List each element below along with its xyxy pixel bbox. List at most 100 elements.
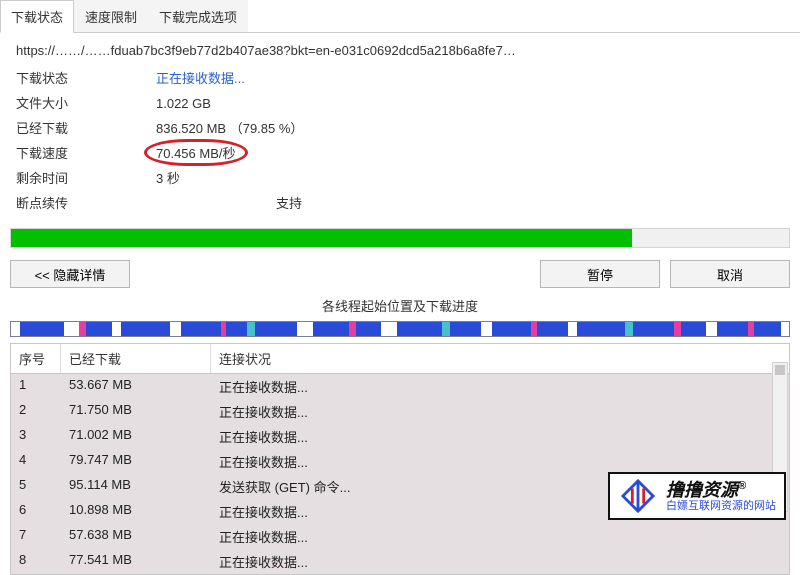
button-row: << 隐藏详情 暂停 取消	[0, 254, 800, 292]
thread-segment	[86, 322, 112, 336]
watermark-subtitle: 白嫖互联网资源的网站	[666, 500, 776, 512]
tab-label: 下载完成选项	[159, 10, 237, 25]
progress-fill	[11, 229, 632, 247]
download-url: https://……/……fduab7bc3f9eb77d2b407ae38?b…	[16, 43, 784, 58]
thread-progress-bar	[10, 321, 790, 337]
cell-downloaded: 77.541 MB	[61, 549, 211, 574]
col-downloaded[interactable]: 已经下载	[61, 344, 211, 373]
thread-segment	[64, 322, 80, 336]
tab-bar: 下载状态 速度限制 下载完成选项	[0, 0, 800, 33]
thread-section-title: 各线程起始位置及下载进度	[0, 296, 800, 315]
thread-segment	[356, 322, 381, 336]
tab-label: 下载状态	[11, 10, 63, 25]
progress-bar	[10, 228, 790, 248]
tab-speed-limit[interactable]: 速度限制	[74, 0, 148, 32]
thread-segment	[568, 322, 577, 336]
cell-conn: 正在接收数据...	[211, 424, 789, 449]
thread-segment	[349, 322, 357, 336]
thread-segment	[397, 322, 442, 336]
cell-downloaded: 71.002 MB	[61, 424, 211, 449]
col-idx[interactable]: 序号	[11, 344, 61, 373]
label-size: 文件大小	[16, 93, 156, 112]
thread-segment	[297, 322, 313, 336]
cell-idx: 4	[11, 449, 61, 474]
value-downloaded: 836.520 MB （79.85 %）	[156, 118, 784, 137]
thread-bar-wrap	[0, 319, 800, 343]
thread-segment	[442, 322, 450, 336]
hide-details-button[interactable]: << 隐藏详情	[10, 260, 130, 288]
thread-segment	[226, 322, 248, 336]
thread-segment	[633, 322, 673, 336]
thread-segment	[255, 322, 297, 336]
table-row[interactable]: 479.747 MB正在接收数据...	[11, 449, 789, 474]
speed-text: 70.456 MB/秒	[156, 146, 236, 161]
thread-segment	[754, 322, 780, 336]
info-grid: 下载状态 正在接收数据... 文件大小 1.022 GB 已经下载 836.52…	[16, 68, 784, 212]
thread-segment	[706, 322, 717, 336]
thread-segment	[681, 322, 706, 336]
cell-conn: 正在接收数据...	[211, 524, 789, 549]
cell-idx: 8	[11, 549, 61, 574]
watermark: 撸撸资源® 白嫖互联网资源的网站	[608, 472, 786, 520]
label-resume: 断点续传	[16, 193, 156, 212]
cell-conn: 正在接收数据...	[211, 449, 789, 474]
label-remaining: 剩余时间	[16, 168, 156, 187]
pause-button[interactable]: 暂停	[540, 260, 660, 288]
thread-segment	[11, 322, 20, 336]
watermark-title: 撸撸资源	[666, 480, 738, 500]
button-label: << 隐藏详情	[35, 268, 106, 283]
cell-downloaded: 10.898 MB	[61, 499, 211, 524]
table-row[interactable]: 271.750 MB正在接收数据...	[11, 399, 789, 424]
cell-idx: 2	[11, 399, 61, 424]
cell-idx: 6	[11, 499, 61, 524]
tab-download-status[interactable]: 下载状态	[0, 0, 74, 33]
thread-segment	[170, 322, 181, 336]
thread-segment	[577, 322, 625, 336]
table-header: 序号 已经下载 连接状况	[10, 343, 790, 374]
cell-downloaded: 79.747 MB	[61, 449, 211, 474]
tab-label: 速度限制	[85, 10, 137, 25]
cell-downloaded: 71.750 MB	[61, 399, 211, 424]
button-label: 暂停	[587, 268, 613, 283]
watermark-text: 撸撸资源® 白嫖互联网资源的网站	[666, 480, 776, 513]
label-speed: 下载速度	[16, 143, 156, 162]
scroll-thumb[interactable]	[775, 365, 785, 375]
thread-table: 序号 已经下载 连接状况 153.667 MB正在接收数据...271.750 …	[0, 343, 800, 575]
cell-idx: 3	[11, 424, 61, 449]
value-resume: 支持	[156, 193, 784, 212]
tab-post-download[interactable]: 下载完成选项	[148, 0, 248, 32]
table-row[interactable]: 153.667 MB正在接收数据...	[11, 374, 789, 399]
value-speed: 70.456 MB/秒	[156, 143, 784, 162]
thread-segment	[625, 322, 633, 336]
thread-segment	[717, 322, 748, 336]
value-status: 正在接收数据...	[156, 68, 784, 87]
thread-segment	[481, 322, 492, 336]
table-row[interactable]: 877.541 MB正在接收数据...	[11, 549, 789, 574]
cancel-button[interactable]: 取消	[670, 260, 790, 288]
cell-conn: 正在接收数据...	[211, 374, 789, 399]
value-remaining: 3 秒	[156, 168, 784, 187]
table-row[interactable]: 371.002 MB正在接收数据...	[11, 424, 789, 449]
value-size: 1.022 GB	[156, 96, 784, 111]
col-conn[interactable]: 连接状况	[211, 344, 789, 373]
label-downloaded: 已经下载	[16, 118, 156, 137]
cell-idx: 1	[11, 374, 61, 399]
status-panel: https://……/……fduab7bc3f9eb77d2b407ae38?b…	[0, 33, 800, 220]
cell-downloaded: 53.667 MB	[61, 374, 211, 399]
button-label: 取消	[717, 268, 743, 283]
cell-idx: 7	[11, 524, 61, 549]
thread-segment	[313, 322, 349, 336]
cell-downloaded: 95.114 MB	[61, 474, 211, 499]
thread-segment	[381, 322, 397, 336]
thread-segment	[112, 322, 121, 336]
cell-conn: 正在接收数据...	[211, 399, 789, 424]
table-row[interactable]: 757.638 MB正在接收数据...	[11, 524, 789, 549]
registered-icon: ®	[738, 480, 746, 492]
thread-segment	[181, 322, 221, 336]
cell-conn: 正在接收数据...	[211, 549, 789, 574]
thread-segment	[121, 322, 169, 336]
cell-idx: 5	[11, 474, 61, 499]
label-status: 下载状态	[16, 68, 156, 87]
thread-segment	[450, 322, 481, 336]
thread-segment	[492, 322, 531, 336]
